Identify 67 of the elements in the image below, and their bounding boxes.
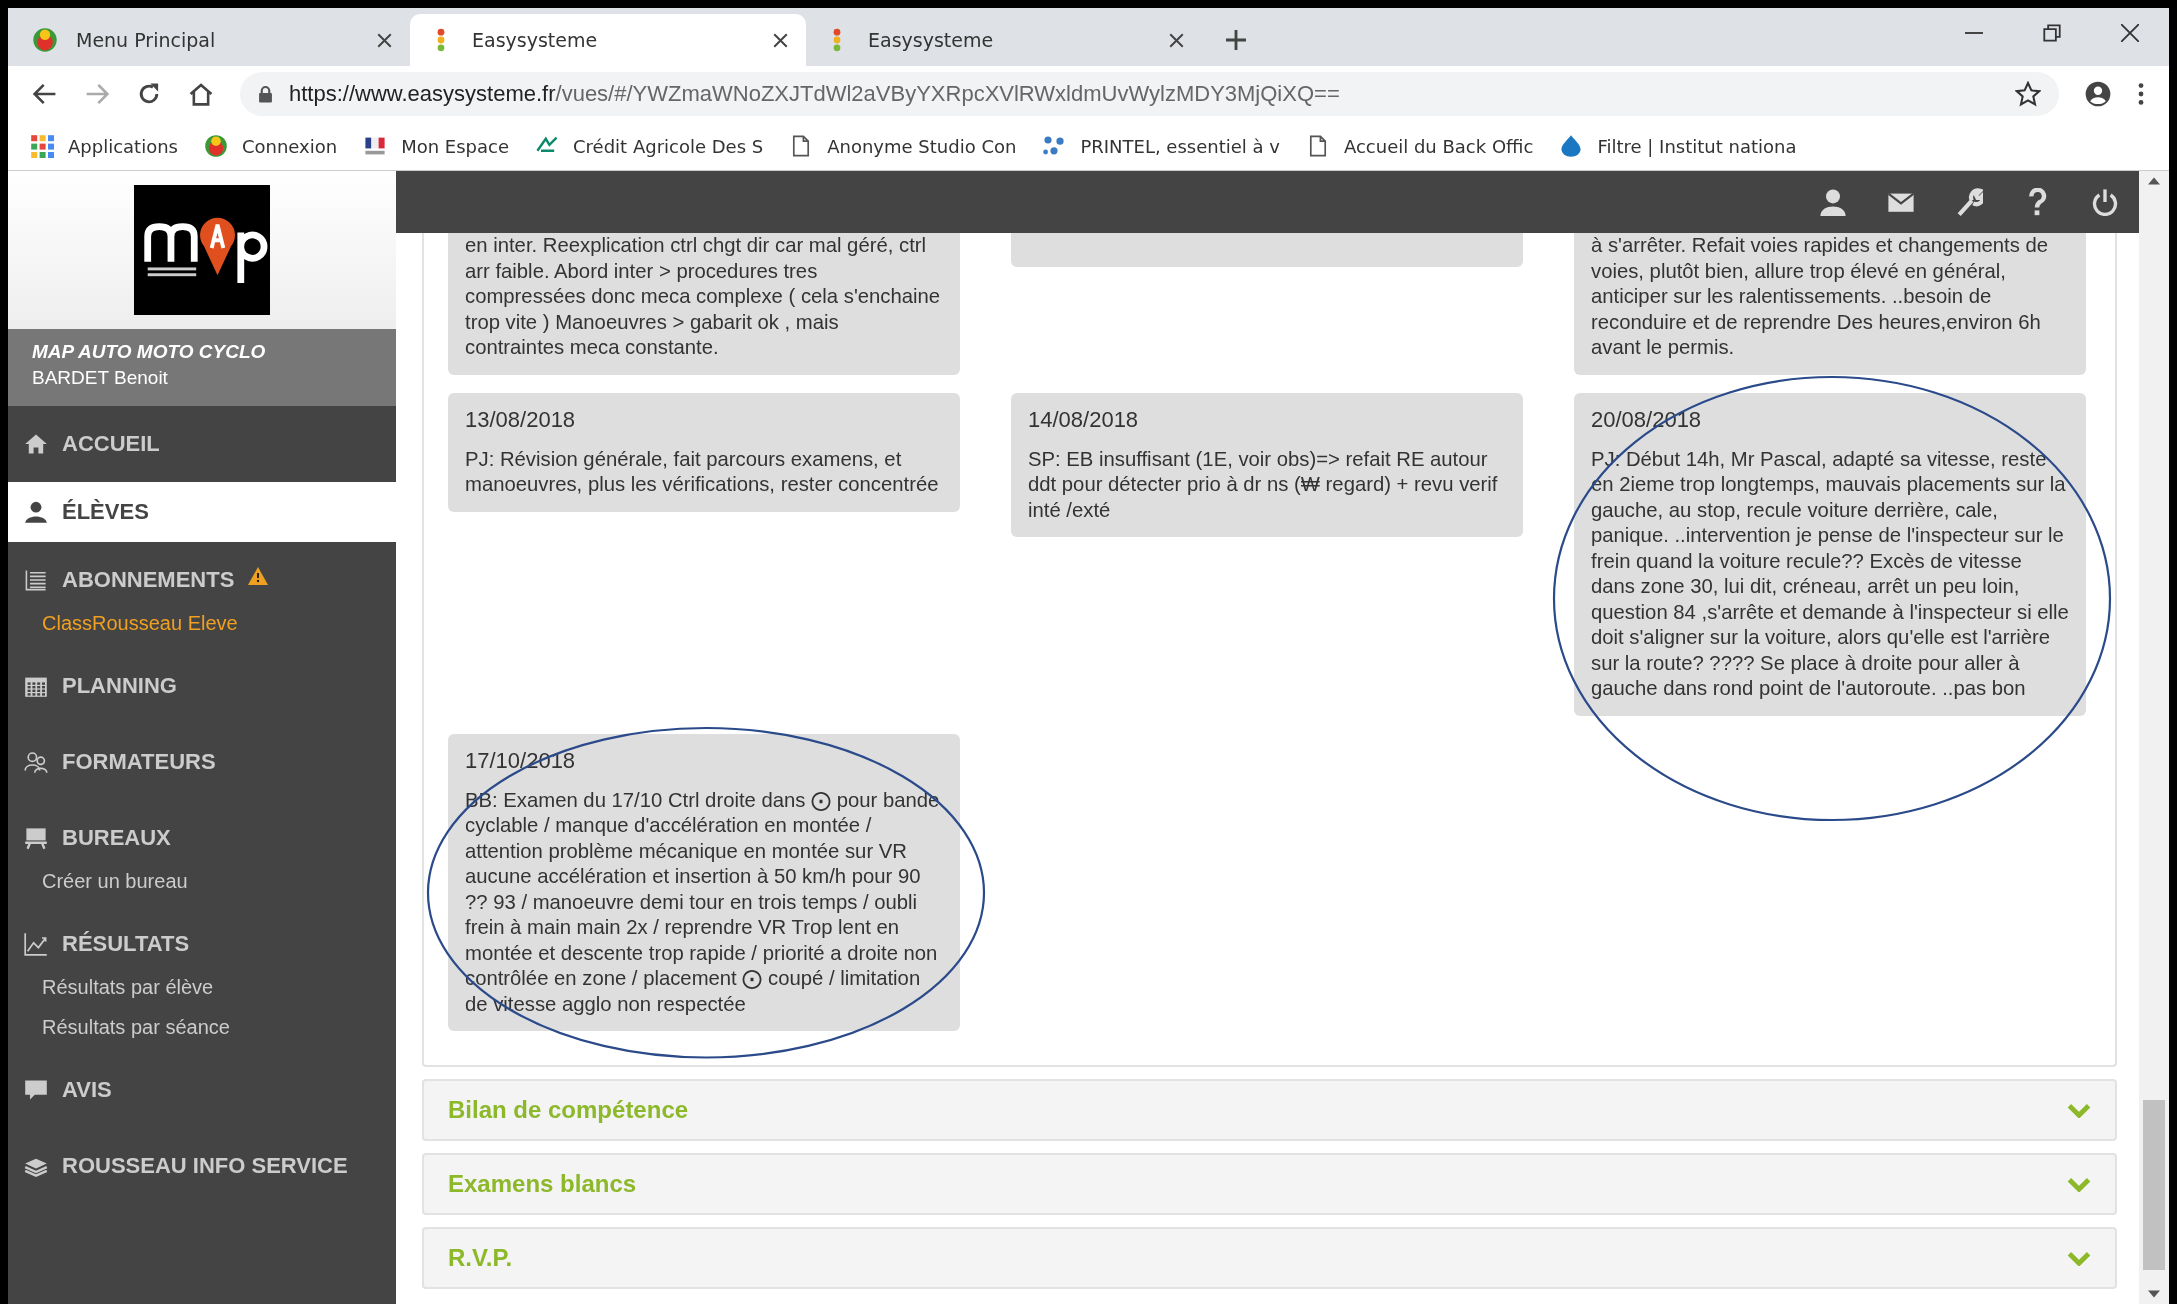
close-icon[interactable] (2121, 24, 2139, 42)
note-text: PJ: Révision générale, fait parcours examens, et manoeuvres, plus les vérifications, rester concentrée (465, 446, 940, 497)
star-icon[interactable] (2015, 81, 2041, 107)
power-icon[interactable] (2091, 188, 2119, 216)
scroll-up-icon[interactable] (2148, 177, 2160, 185)
scroll-down-icon[interactable] (2148, 1290, 2160, 1298)
browser-tab[interactable]: Menu Principal (14, 14, 410, 66)
nav-link[interactable]: Créer un bureau (42, 870, 188, 898)
note-text: à s'arrêter. Refait voies rapides et changements de voies, plutôt bien, allure trop élevé en général, anticiper sur les ralentissements. ..besoin de reconduire et de reprendre Des heures,environ 6h avant le permis. (1591, 233, 2050, 360)
globe-icon (32, 27, 58, 53)
note-text: en inter. Reexplication ctrl chgt dir car mal géré, ctrl arr faible. Abord inter > procedures tres compressées donc meca complexe ( cela s'enchaine trop vite ) Manoeuvres > gabarit ok , mais contraintes meca constante. (465, 233, 942, 360)
nav-link[interactable]: Résultats par élève (42, 976, 214, 1004)
tab-title[interactable]: Easysysteme (868, 29, 1151, 51)
scrollbar[interactable] (2139, 171, 2169, 1304)
wrench-icon[interactable] (1955, 188, 1983, 216)
tab-title[interactable]: Menu Principal (76, 29, 359, 51)
bookmark[interactable]: Accueil du Back Offic (1305, 134, 1534, 158)
company-name: MAP AUTO MOTO CYCLO (32, 341, 267, 363)
scrollbar-thumb[interactable] (2143, 1100, 2165, 1270)
home-icon (24, 432, 48, 456)
close-icon[interactable] (377, 32, 392, 48)
more-menu-icon[interactable] (2137, 82, 2145, 106)
browser-tab[interactable]: Easysysteme (806, 14, 1202, 66)
address-bar[interactable]: https://www.easysysteme.fr/vues/#/YWZmaWNoZXJTdWl2aVByYXRpcXVlRWxldmUvWylzMDY3MjQiXQ== (240, 72, 2059, 116)
nav-link[interactable]: ClassRousseau Eleve (42, 612, 238, 640)
nav-item[interactable]: ROUSSEAU INFO SERVICE (8, 1135, 396, 1197)
apps-grid-icon (30, 134, 54, 158)
user-name: BARDET Benoit (32, 367, 169, 389)
line-chart-icon (24, 932, 48, 956)
globe-icon (203, 134, 228, 158)
new-tab-icon[interactable] (1226, 30, 1246, 50)
bookmark[interactable]: PRINTEL, essentiel à v (1042, 134, 1280, 158)
bookmark[interactable]: Mon Espace (363, 134, 510, 158)
nav-item[interactable]: ÉLÈVES (8, 482, 396, 542)
back-icon[interactable] (32, 81, 58, 107)
home-icon[interactable] (188, 81, 214, 107)
nav-link[interactable]: Résultats par séance (42, 1016, 230, 1044)
bookmark[interactable]: Filtre | Institut nationa (1559, 134, 1797, 158)
note-date: 13/08/2018 (465, 406, 577, 433)
bookmark[interactable]: Connexion (203, 134, 338, 158)
person-icon[interactable] (1819, 188, 1847, 216)
close-icon[interactable] (773, 32, 788, 48)
nav-item[interactable]: FORMATEURS (8, 731, 396, 793)
browser-tab[interactable]: Easysysteme (410, 14, 806, 66)
nav-item[interactable]: PLANNING (8, 655, 396, 717)
bookmark[interactable]: Crédit Agricole Des S (535, 134, 764, 158)
nav-item[interactable]: ACCUEIL (8, 413, 396, 475)
list-icon (24, 568, 48, 592)
comment-icon (24, 1078, 48, 1102)
drop-icon (1559, 134, 1584, 158)
tab-title[interactable]: Easysysteme (472, 29, 755, 51)
nav-item[interactable]: BUREAUX (8, 807, 396, 869)
nav-item[interactable]: ABONNEMENTS (8, 549, 396, 611)
restore-icon[interactable] (2043, 24, 2061, 42)
nav-item[interactable]: RÉSULTATS (8, 913, 396, 975)
desk-icon (24, 826, 48, 850)
lock-icon (258, 85, 273, 103)
note-text: SP: EB insuffisant (1E, voir obs)=> refait RE autour ddt pour détecter prio à dr ns (₩ regard) + revu verif inté /exté (1028, 446, 1499, 523)
person-icon (24, 500, 48, 524)
bookmark[interactable]: Anonyme Studio Con (789, 134, 1017, 158)
bookmark[interactable]: Applications (30, 134, 178, 158)
url-text: https://www.easysysteme.fr/vues/#/YWZmaWNoZXJTdWl2aVByYXRpcXVlRWxldmUvWylzMDY3MjQiXQ== (289, 81, 1340, 107)
people-icon (24, 750, 48, 774)
note-date: 14/08/2018 (1028, 406, 1140, 433)
nav-item[interactable]: AVIS (8, 1059, 396, 1121)
account-icon[interactable] (2085, 81, 2111, 107)
close-icon[interactable] (1169, 32, 1184, 48)
